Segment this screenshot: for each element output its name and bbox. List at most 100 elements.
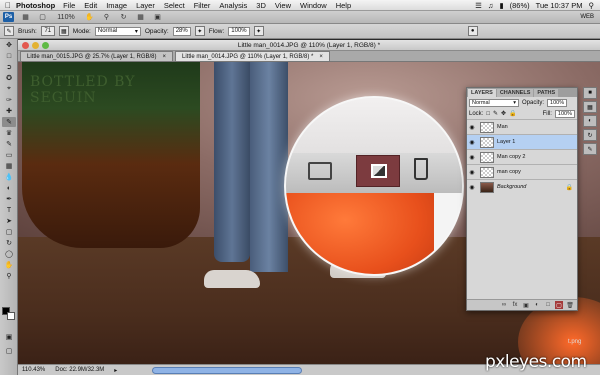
eye-icon[interactable]: ◉: [467, 154, 477, 161]
pen-tool-icon[interactable]: ✒: [2, 194, 16, 204]
document-tab-active[interactable]: Little man_0014.JPG @ 110% (Layer 1, RGB…: [175, 51, 330, 61]
menu-analysis[interactable]: Analysis: [219, 1, 247, 10]
blur-tool-icon[interactable]: 💧: [2, 172, 16, 182]
screen-mode-icon[interactable]: ▣: [152, 13, 163, 22]
status-menu-icon[interactable]: ▸: [114, 367, 117, 374]
battery-icon[interactable]: ▮: [500, 1, 504, 10]
brush-panel-icon[interactable]: ✎: [583, 143, 597, 155]
brush-tool-preset-icon[interactable]: ✎: [4, 26, 14, 36]
layer-row[interactable]: ◉ man copy: [467, 164, 577, 179]
eyedropper-tool-icon[interactable]: ✑: [2, 95, 16, 105]
layer-row[interactable]: ◉ Man: [467, 119, 577, 134]
link-layers-icon[interactable]: ∞: [500, 301, 508, 309]
dodge-tool-icon[interactable]: ◐: [2, 183, 16, 193]
tab-channels[interactable]: CHANNELS: [496, 89, 534, 97]
add-mask-icon[interactable]: ▣: [522, 301, 530, 309]
close-icon[interactable]: ×: [319, 54, 323, 60]
layer-style-icon[interactable]: fx: [511, 301, 519, 309]
menu-edit[interactable]: Edit: [84, 1, 97, 10]
layer-row[interactable]: ◉ Background 🔒: [467, 179, 577, 194]
tab-layers[interactable]: LAYERS: [468, 89, 496, 97]
menu-3d[interactable]: 3D: [256, 1, 266, 10]
type-tool-icon[interactable]: T: [2, 205, 16, 215]
clone-stamp-tool-icon[interactable]: ♛: [2, 128, 16, 138]
zoom-window-button[interactable]: [42, 42, 49, 49]
brush-size-picker[interactable]: 71: [40, 26, 55, 36]
clock[interactable]: Tue 10:37 PM: [536, 1, 583, 10]
marquee-tool-icon[interactable]: □: [2, 51, 16, 61]
close-icon[interactable]: ×: [163, 54, 167, 60]
eye-icon[interactable]: ◉: [467, 169, 477, 176]
history-brush-tool-icon[interactable]: ✎: [2, 139, 16, 149]
airbrush-icon[interactable]: ✦: [253, 26, 264, 36]
doc-size-readout[interactable]: Doc: 22.9M/32.3M: [55, 367, 104, 373]
gradient-tool-icon[interactable]: ▦: [2, 161, 16, 171]
healing-brush-tool-icon[interactable]: ✚: [2, 106, 16, 116]
eraser-tool-icon[interactable]: ▭: [2, 150, 16, 160]
mode-dropdown[interactable]: Normal ▾: [94, 26, 141, 36]
arrange-documents-icon[interactable]: ▦: [135, 13, 146, 22]
eye-icon[interactable]: ◉: [467, 124, 477, 131]
fill-field[interactable]: 100%: [554, 109, 575, 118]
3d-rotate-tool-icon[interactable]: ↻: [2, 238, 16, 248]
new-group-icon[interactable]: □: [544, 301, 552, 309]
3d-orbit-tool-icon[interactable]: ◯: [2, 249, 16, 259]
zoom-level-dropdown[interactable]: 110%: [54, 13, 78, 22]
eye-icon[interactable]: ◉: [467, 139, 477, 146]
layer-opacity-field[interactable]: 100%: [547, 98, 568, 107]
blend-mode-dropdown[interactable]: Normal ▾: [469, 98, 519, 107]
menu-view[interactable]: View: [275, 1, 291, 10]
adjustment-layer-icon[interactable]: ◐: [533, 301, 541, 309]
zoom-tool-icon[interactable]: ⚲: [2, 271, 16, 281]
lasso-tool-icon[interactable]: ➲: [2, 62, 16, 72]
lock-all-icon[interactable]: 🔒: [509, 110, 516, 117]
layer-row-selected[interactable]: ◉ Layer 1: [467, 134, 577, 149]
wifi-icon[interactable]: ☰: [475, 1, 482, 10]
tab-paths[interactable]: PATHS: [534, 89, 559, 97]
horizontal-scrollbar[interactable]: [152, 367, 302, 374]
zoom-tool-icon[interactable]: ⚲: [101, 13, 112, 22]
mini-bridge-icon[interactable]: ▢: [37, 13, 48, 22]
document-tab[interactable]: Little man_0015.JPG @ 25.7% (Layer 1, RG…: [20, 51, 174, 61]
bridge-icon[interactable]: ▦: [20, 13, 31, 22]
hand-tool-icon[interactable]: ✋: [84, 13, 95, 22]
new-layer-icon[interactable]: ▢: [555, 301, 563, 309]
hand-tool-icon[interactable]: ✋: [2, 260, 16, 270]
minimize-window-button[interactable]: [32, 42, 39, 49]
background-color-swatch[interactable]: [7, 312, 15, 320]
history-panel-icon[interactable]: ↻: [583, 129, 597, 141]
crop-tool-icon[interactable]: ⌖: [2, 84, 16, 94]
rotate-view-icon[interactable]: ↻: [118, 13, 129, 22]
brush-tool-icon[interactable]: ✎: [2, 117, 16, 127]
menu-file[interactable]: File: [63, 1, 75, 10]
quick-mask-icon[interactable]: ▣: [2, 332, 16, 342]
pressure-size-icon[interactable]: ●: [467, 26, 478, 36]
document-window-titlebar[interactable]: Little man_0014.JPG @ 110% (Layer 1, RGB…: [18, 40, 600, 51]
screen-mode-icon[interactable]: ▢: [2, 346, 16, 356]
adjustments-panel-icon[interactable]: ◐: [583, 115, 597, 127]
menu-layer[interactable]: Layer: [136, 1, 155, 10]
volume-icon[interactable]: ♫: [488, 1, 494, 10]
quick-select-tool-icon[interactable]: ✪: [2, 73, 16, 83]
shape-tool-icon[interactable]: ▢: [2, 227, 16, 237]
color-panel-icon[interactable]: ■: [583, 87, 597, 99]
zoom-readout[interactable]: 110.43%: [22, 367, 45, 373]
opacity-field[interactable]: 28%: [172, 26, 191, 36]
pressure-opacity-icon[interactable]: ✦: [194, 26, 205, 36]
flow-field[interactable]: 100%: [228, 26, 250, 36]
delete-layer-icon[interactable]: 🗑: [566, 301, 574, 309]
eye-icon[interactable]: ◉: [467, 184, 477, 191]
spotlight-icon[interactable]: ⚲: [589, 1, 595, 10]
menu-image[interactable]: Image: [106, 1, 127, 10]
move-tool-icon[interactable]: ✥: [2, 40, 16, 50]
close-window-button[interactable]: [22, 42, 29, 49]
menu-window[interactable]: Window: [300, 1, 327, 10]
workspace-switcher[interactable]: WEB: [580, 14, 594, 20]
menu-select[interactable]: Select: [164, 1, 185, 10]
apple-icon[interactable]: : [0, 1, 16, 10]
swatches-panel-icon[interactable]: ▦: [583, 101, 597, 113]
path-selection-tool-icon[interactable]: ➤: [2, 216, 16, 226]
menu-app-name[interactable]: Photoshop: [16, 1, 55, 10]
menu-filter[interactable]: Filter: [194, 1, 211, 10]
lock-transparent-icon[interactable]: □: [486, 111, 490, 117]
